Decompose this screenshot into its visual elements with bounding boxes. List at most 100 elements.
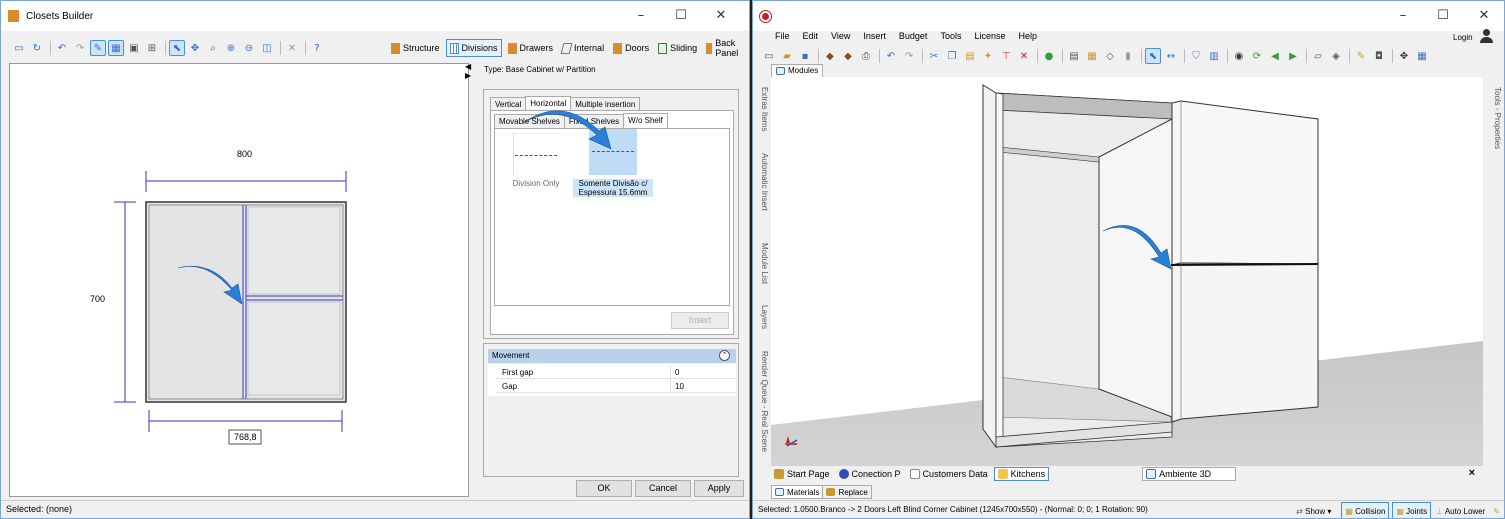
- pointer-icon[interactable]: ⬉: [169, 40, 185, 56]
- insert-button[interactable]: Insert: [671, 312, 729, 329]
- eye-icon[interactable]: ◉: [1231, 48, 1247, 64]
- prop-first-gap-value[interactable]: 0: [670, 366, 742, 379]
- doc-tab-start-page[interactable]: Start Page: [771, 467, 833, 481]
- box-icon[interactable]: ▣: [126, 40, 142, 56]
- pan-icon[interactable]: ✥: [187, 40, 203, 56]
- doors-button[interactable]: Doors: [610, 39, 652, 57]
- table-icon[interactable]: ⊞: [144, 40, 160, 56]
- side-tab-module-list[interactable]: Module List: [755, 243, 769, 284]
- undo-icon[interactable]: ↶: [883, 48, 899, 64]
- copy-icon[interactable]: ❐: [944, 48, 960, 64]
- menu-help[interactable]: Help: [1018, 31, 1037, 41]
- export-icon[interactable]: ◆: [840, 48, 856, 64]
- menu-license[interactable]: License: [974, 31, 1005, 41]
- palette-icon[interactable]: ▦: [1414, 48, 1430, 64]
- login-link[interactable]: Login: [1453, 33, 1473, 42]
- print-icon[interactable]: ⎙: [858, 48, 874, 64]
- doc-tab-customers-data[interactable]: Customers Data: [907, 467, 991, 481]
- chart-icon[interactable]: ▥: [1206, 48, 1222, 64]
- side-tab-tools-properties[interactable]: Tools - Properties: [1488, 87, 1502, 149]
- cancel-button[interactable]: Cancel: [635, 480, 691, 497]
- door-bottom[interactable]: [1171, 262, 1319, 423]
- arrow-left-icon[interactable]: ◀: [1267, 48, 1283, 64]
- option-division-thickness-label[interactable]: Somente Divisão c/ Espessura 15.6mm: [573, 179, 653, 197]
- divisions-button[interactable]: Divisions: [445, 39, 502, 57]
- side-tab-extras-items[interactable]: Extras Items: [755, 87, 769, 131]
- menu-insert[interactable]: Insert: [863, 31, 886, 41]
- fit-icon[interactable]: ◫: [259, 40, 275, 56]
- module-icon[interactable]: ▦: [1084, 48, 1100, 64]
- drawers-button[interactable]: Drawers: [505, 39, 557, 57]
- collapse-icon[interactable]: ⌃: [719, 350, 730, 361]
- paint-icon[interactable]: ✎: [1353, 48, 1369, 64]
- new-icon[interactable]: ▭: [761, 48, 777, 64]
- minimize-button[interactable]: –: [1383, 1, 1423, 31]
- rotate-icon[interactable]: ⟳: [1249, 48, 1265, 64]
- floor-plan-icon[interactable]: ▱: [1310, 48, 1326, 64]
- show-dropdown[interactable]: ⇄ Show ▾: [1296, 503, 1331, 518]
- ok-button[interactable]: OK: [576, 480, 632, 497]
- tab-materials[interactable]: Materials: [771, 485, 824, 499]
- paste-icon[interactable]: ▤: [962, 48, 978, 64]
- user-icon[interactable]: [1479, 28, 1493, 44]
- wall-icon[interactable]: ▮: [1120, 48, 1136, 64]
- close-button[interactable]: ✕: [701, 1, 741, 31]
- arrow-right-icon[interactable]: ▶: [1285, 48, 1301, 64]
- move-icon[interactable]: ✥: [1396, 48, 1412, 64]
- close-tab-icon[interactable]: ×: [1469, 467, 1475, 479]
- doc-tab-conection[interactable]: Conection P: [836, 467, 904, 481]
- door-top[interactable]: [1171, 100, 1319, 266]
- side-tab-render-queue[interactable]: Render Queue - Real Scene: [755, 351, 769, 452]
- menu-view[interactable]: View: [831, 31, 850, 41]
- prop-gap-value[interactable]: 10: [670, 380, 742, 393]
- help-icon[interactable]: ?: [309, 40, 325, 56]
- shape-icon[interactable]: ◇: [1102, 48, 1118, 64]
- select-icon[interactable]: ⬉: [1145, 48, 1161, 64]
- pencil-icon[interactable]: ✎: [1493, 503, 1500, 518]
- movement-header[interactable]: Movement ⌃: [488, 349, 736, 363]
- hammer-icon[interactable]: ⊤: [998, 48, 1014, 64]
- redo-icon[interactable]: ↷: [72, 40, 88, 56]
- cube-icon[interactable]: ◈: [1328, 48, 1344, 64]
- open-icon[interactable]: ▰: [779, 48, 795, 64]
- sliding-button[interactable]: Sliding: [655, 39, 700, 57]
- delete-icon[interactable]: ✕: [1016, 48, 1032, 64]
- drawing-canvas[interactable]: 800 700 768,8: [9, 63, 469, 497]
- zoom-in-icon[interactable]: ⊕: [223, 40, 239, 56]
- menu-edit[interactable]: Edit: [803, 31, 819, 41]
- tab-replace[interactable]: Replace: [823, 485, 872, 499]
- minimize-button[interactable]: –: [621, 1, 661, 31]
- delete-icon[interactable]: ✕: [284, 40, 300, 56]
- maximize-button[interactable]: ☐: [661, 1, 701, 31]
- save-icon[interactable]: ▪: [797, 48, 813, 64]
- auto-lower-toggle[interactable]: ⊥ Auto Lower: [1436, 503, 1485, 518]
- option-division-only-label[interactable]: Division Only: [495, 179, 577, 188]
- collision-toggle[interactable]: ▦ Collision: [1341, 502, 1390, 518]
- internal-button[interactable]: Internal: [559, 39, 607, 57]
- measure-icon[interactable]: ↔: [1163, 48, 1179, 64]
- side-tab-automatic-insert[interactable]: Automatic Insert: [755, 153, 769, 211]
- undo-icon[interactable]: ↶: [54, 40, 70, 56]
- menu-budget[interactable]: Budget: [899, 31, 928, 41]
- apply-button[interactable]: Apply: [694, 480, 744, 497]
- zoom-out-icon[interactable]: ⊖: [241, 40, 257, 56]
- shield-icon[interactable]: ⛉: [1188, 48, 1204, 64]
- refresh-icon[interactable]: ↻: [29, 40, 45, 56]
- doc-tab-kitchens[interactable]: Kitchens: [993, 467, 1050, 481]
- modules-tab[interactable]: Modules: [771, 64, 824, 78]
- render-icon[interactable]: ●: [1041, 48, 1057, 64]
- doc-tab-ambiente-3d[interactable]: Ambiente 3D: [1142, 467, 1237, 481]
- joints-toggle[interactable]: ▦ Joints: [1392, 502, 1432, 518]
- maximize-button[interactable]: ☐: [1423, 1, 1463, 31]
- layout-icon[interactable]: ▤: [1066, 48, 1082, 64]
- redo-icon[interactable]: ↷: [901, 48, 917, 64]
- menu-file[interactable]: File: [775, 31, 790, 41]
- magic-icon[interactable]: ✦: [980, 48, 996, 64]
- close-button[interactable]: ✕: [1464, 1, 1504, 31]
- cut-icon[interactable]: ✂: [926, 48, 942, 64]
- new-icon[interactable]: ▭: [11, 40, 27, 56]
- draw-icon[interactable]: ✎: [90, 40, 106, 56]
- side-tab-layers[interactable]: Layers: [755, 305, 769, 329]
- menu-tools[interactable]: Tools: [940, 31, 961, 41]
- collapse-arrow-icon[interactable]: ◀ ▶: [465, 62, 471, 80]
